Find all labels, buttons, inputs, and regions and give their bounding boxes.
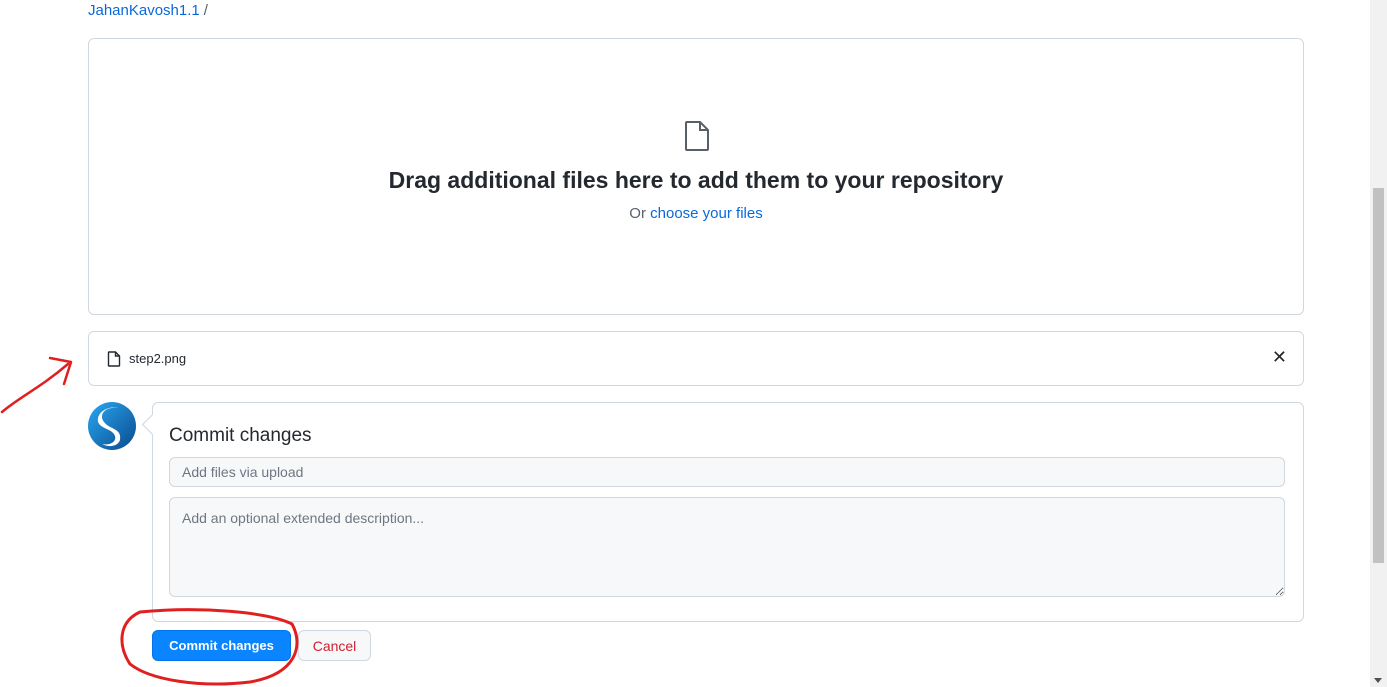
breadcrumb-repo-link[interactable]: JahanKavosh1.1 bbox=[88, 2, 200, 19]
file-name: step2.png bbox=[129, 351, 187, 366]
commit-form: Commit changes bbox=[141, 402, 1304, 622]
commit-changes-button[interactable]: Commit changes bbox=[152, 630, 291, 661]
dropzone-subtitle: Or choose your files bbox=[89, 205, 1303, 222]
page-scrollbar[interactable] bbox=[1370, 0, 1387, 687]
scrollbar-thumb[interactable] bbox=[1373, 188, 1384, 563]
red-arrowhead-annotation bbox=[48, 356, 73, 386]
red-arrow-annotation bbox=[0, 362, 70, 414]
choose-files-link[interactable]: choose your files bbox=[650, 205, 763, 222]
file-dropzone[interactable]: Drag additional files here to add them t… bbox=[88, 38, 1304, 315]
file-icon bbox=[107, 351, 121, 367]
commit-description-input[interactable] bbox=[169, 497, 1285, 597]
scroll-down-arrow-icon[interactable] bbox=[1374, 678, 1382, 683]
commit-summary-input[interactable] bbox=[169, 457, 1285, 487]
dropzone-or-text: Or bbox=[629, 205, 646, 222]
cancel-button[interactable]: Cancel bbox=[298, 630, 371, 661]
file-icon bbox=[685, 121, 709, 151]
close-icon[interactable]: ✕ bbox=[1272, 348, 1287, 366]
commit-form-pointer bbox=[141, 413, 164, 436]
dropzone-title: Drag additional files here to add them t… bbox=[388, 167, 1004, 193]
commit-title: Commit changes bbox=[169, 425, 312, 446]
breadcrumb: JahanKavosh1.1/ bbox=[88, 2, 208, 19]
uploaded-file-row: step2.png ✕ bbox=[88, 331, 1304, 386]
user-avatar bbox=[88, 402, 136, 450]
breadcrumb-separator: / bbox=[203, 2, 208, 19]
